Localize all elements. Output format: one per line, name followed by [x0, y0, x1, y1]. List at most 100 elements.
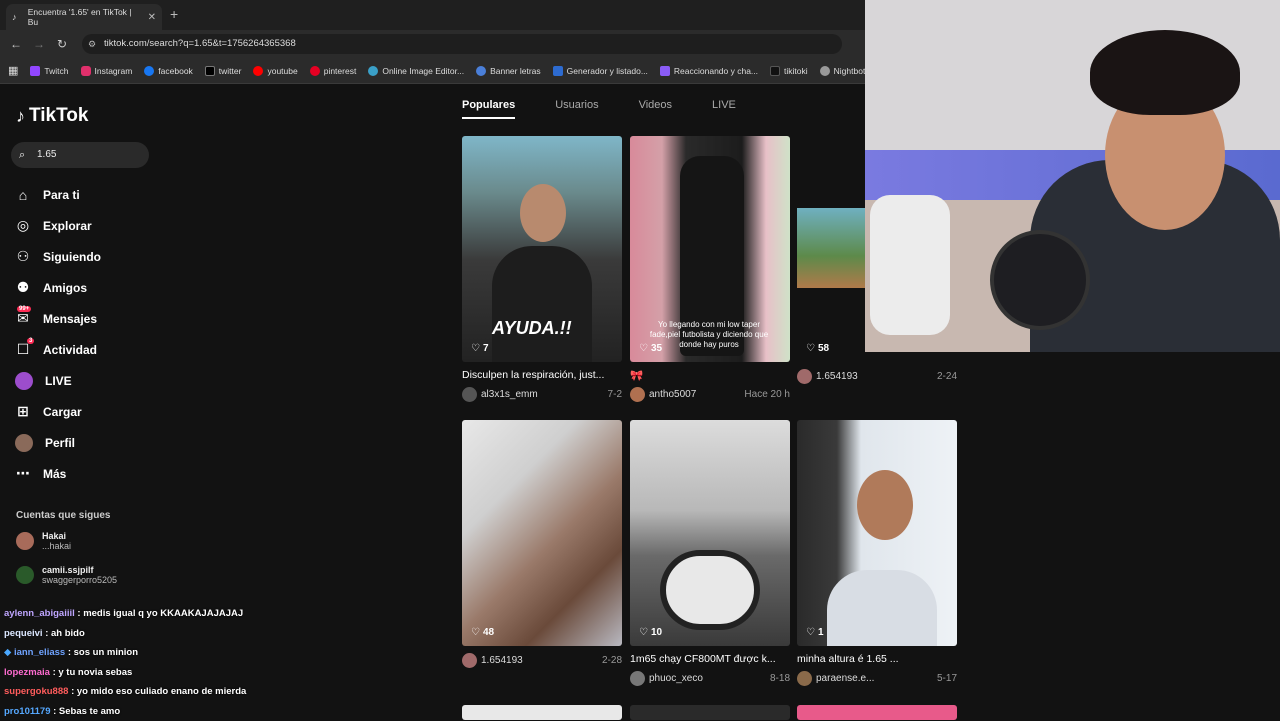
video-caption[interactable]: 1m65 chạy CF800MT được k... [630, 653, 790, 666]
video-thumbnail[interactable]: ♡10 [630, 420, 790, 646]
bookmark-instagram[interactable]: Instagram [81, 66, 133, 76]
nav-actividad[interactable]: ☐3Actividad [15, 334, 101, 365]
bookmark-twitch[interactable]: Twitch [30, 66, 68, 76]
nav-perfil[interactable]: Perfil [15, 427, 101, 458]
nav-amigos[interactable]: ⚉Amigos [15, 272, 101, 303]
profile-icon [15, 434, 33, 452]
person-body [827, 570, 937, 646]
microphone-image [990, 230, 1090, 330]
reload-icon[interactable]: ↻ [57, 37, 67, 51]
video-card[interactable]: AYUDA.!! ♡7 Disculpen la respiración, ju… [462, 136, 622, 402]
chat-text: : y tu novia sebas [53, 667, 133, 678]
video-caption[interactable]: 🎀 [630, 369, 790, 382]
like-count: ♡10 [639, 627, 662, 638]
apps-icon[interactable]: ▦ [8, 64, 18, 77]
tab-live[interactable]: LIVE [712, 99, 736, 119]
video-thumbnail-partial[interactable] [797, 705, 957, 720]
url-field[interactable]: ⚙ tiktok.com/search?q=1.65&t=17562643653… [82, 34, 842, 54]
generator-icon [553, 66, 563, 76]
video-author[interactable]: antho5007 [649, 389, 696, 400]
chat-username: supergoku888 [4, 686, 68, 697]
bookmark-image-editor[interactable]: Online Image Editor... [368, 66, 464, 76]
compass-icon: ◎ [15, 217, 31, 234]
close-tab-icon[interactable]: ✕ [148, 12, 156, 23]
search-input[interactable]: ⌕ 1.65 [11, 142, 149, 168]
tab-videos[interactable]: Videos [639, 99, 672, 119]
site-info-icon[interactable]: ⚙ [88, 34, 96, 54]
video-thumbnail-partial[interactable] [630, 705, 790, 720]
tab-populares[interactable]: Populares [462, 99, 515, 119]
bookmark-twitter[interactable]: twitter [205, 66, 242, 76]
bookmark-generador[interactable]: Generador y listado... [553, 66, 648, 76]
video-thumbnail[interactable]: ♡48 [462, 420, 622, 646]
video-card[interactable]: ♡1 minha altura é 1.65 ... paraense.e...… [797, 420, 957, 686]
tiktok-note-icon: ♪ [16, 106, 25, 127]
video-date: 5-17 [937, 673, 957, 684]
nav-para-ti[interactable]: ⌂Para ti [15, 179, 101, 210]
bookmark-banner-letras[interactable]: Banner letras [476, 66, 541, 76]
video-thumbnail[interactable]: Yo llegando con mi low taper fade,piel f… [630, 136, 790, 362]
address-bar: ← → ↻ ⚙ tiktok.com/search?q=1.65&t=17562… [0, 30, 865, 58]
chair-image [870, 195, 950, 335]
tiktok-logo[interactable]: ♪ TikTok [16, 105, 88, 127]
nav-cargar[interactable]: ⊞Cargar [15, 396, 101, 427]
nav-mas[interactable]: ⋯Más [15, 458, 101, 489]
bookmark-tikitoki[interactable]: tikitoki [770, 66, 808, 76]
bookmark-pinterest[interactable]: pinterest [310, 66, 357, 76]
nav-mensajes[interactable]: ✉99+Mensajes [15, 303, 101, 334]
avatar [462, 387, 477, 402]
video-author[interactable]: 1.654193 [481, 655, 523, 666]
bookmark-nightbot[interactable]: Nightbot - Com [820, 66, 865, 76]
tab-usuarios[interactable]: Usuarios [555, 99, 598, 119]
x-icon [205, 66, 215, 76]
following-account[interactable]: camii.ssjpilfswaggerporro5205 [16, 565, 117, 585]
friends-icon: ⚉ [15, 279, 31, 296]
following-header: Cuentas que sigues [16, 510, 110, 521]
back-icon[interactable]: ← [10, 37, 22, 51]
video-date: 8-18 [770, 673, 790, 684]
nav-explorar[interactable]: ◎Explorar [15, 210, 101, 241]
sidebar-nav: ⌂Para ti ◎Explorar ⚇Siguiendo ⚉Amigos ✉9… [15, 179, 101, 489]
video-thumbnail[interactable]: AYUDA.!! ♡7 [462, 136, 622, 362]
bookmark-facebook[interactable]: facebook [144, 66, 193, 76]
chat-username: pro101179 [4, 706, 50, 717]
nav-siguiendo[interactable]: ⚇Siguiendo [15, 241, 101, 272]
messages-icon: ✉ [15, 310, 31, 327]
forward-icon[interactable]: → [33, 37, 45, 51]
avatar [630, 671, 645, 686]
person-body [492, 246, 592, 362]
chat-text: : medis igual q yo KKAAKAJAJAJAJ [77, 608, 243, 619]
bookmark-reaccionando[interactable]: Reaccionando y cha... [660, 66, 758, 76]
chat-message: supergoku888 : yo mido eso culiado enano… [4, 682, 246, 702]
new-tab-icon[interactable]: + [170, 6, 178, 22]
video-author[interactable]: al3x1s_emm [481, 389, 538, 400]
person-hair [1090, 30, 1240, 115]
chat-message: pequeivi : ah bido [4, 624, 246, 644]
video-card[interactable]: ♡10 1m65 chạy CF800MT được k... phuoc_xe… [630, 420, 790, 686]
video-author[interactable]: phuoc_xeco [649, 673, 703, 684]
heart-icon: ♡ [471, 627, 480, 638]
video-author[interactable]: paraense.e... [816, 673, 874, 684]
tiktok-icon [770, 66, 780, 76]
video-card[interactable]: ♡48 1.6541932-28 [462, 420, 622, 668]
video-card[interactable]: Yo llegando con mi low taper fade,piel f… [630, 136, 790, 402]
person-face [520, 184, 566, 242]
video-caption[interactable]: Disculpen la respiración, just... [462, 369, 622, 382]
thumbnail-image [797, 208, 865, 288]
messages-badge: 99+ [17, 306, 31, 312]
video-author[interactable]: 1.654193 [816, 371, 858, 382]
bookmark-youtube[interactable]: youtube [253, 66, 297, 76]
video-thumbnail[interactable]: ♡1 [797, 420, 957, 646]
banner-icon [476, 66, 486, 76]
video-thumbnail-partial[interactable] [462, 705, 622, 720]
nightbot-icon [820, 66, 830, 76]
video-date: 7-2 [608, 389, 622, 400]
heart-icon: ♡ [639, 343, 648, 354]
video-caption[interactable]: minha altura é 1.65 ... [797, 653, 957, 666]
chat-message: aylenn_abigaiiil : medis igual q yo KKAA… [4, 604, 246, 624]
image-editor-icon [368, 66, 378, 76]
nav-live[interactable]: LIVE [15, 365, 101, 396]
heart-icon: ♡ [639, 627, 648, 638]
following-account[interactable]: Hakai...hakai [16, 531, 71, 551]
browser-tab[interactable]: ♪ Encuentra '1.65' en TikTok | Bu ✕ [6, 4, 162, 30]
